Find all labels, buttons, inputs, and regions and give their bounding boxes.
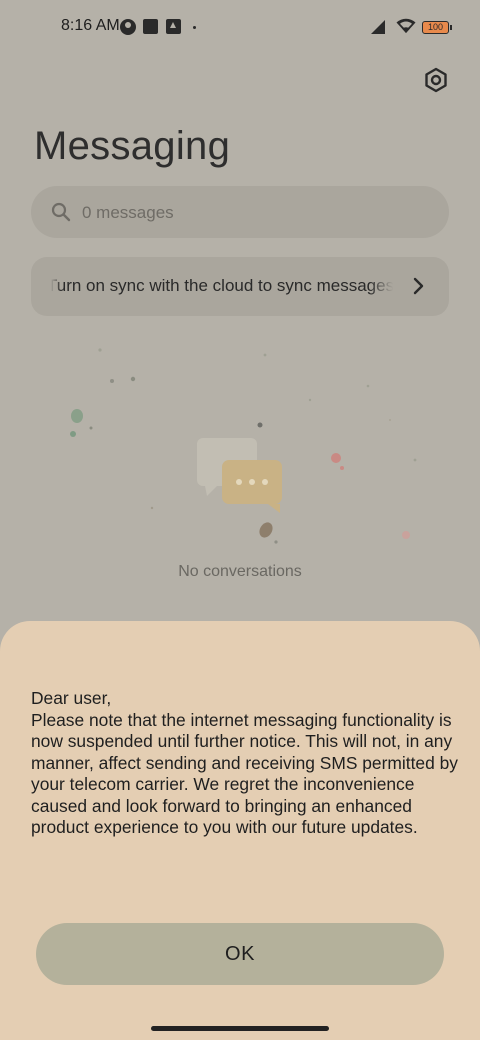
ok-button[interactable]: OK	[36, 923, 444, 985]
status-bar: 8:16 AM 100	[0, 0, 480, 56]
circle-app-icon	[120, 19, 136, 35]
sync-banner[interactable]: Turn on sync with the cloud to sync mess…	[31, 257, 449, 316]
dialog-greeting: Dear user,	[31, 688, 112, 708]
suspension-notice-dialog: Dear user, Please note that the internet…	[0, 621, 480, 1040]
chevron-right-icon	[413, 277, 424, 295]
upload-app-icon	[166, 19, 181, 34]
settings-button[interactable]	[422, 66, 450, 94]
signal-icon	[371, 20, 385, 34]
status-time: 8:16 AM	[61, 17, 120, 34]
chat-bubbles-icon	[70, 348, 417, 544]
sync-banner-text: Turn on sync with the cloud to sync mess…	[51, 276, 393, 295]
notification-dot-icon	[193, 26, 196, 29]
dialog-message: Dear user, Please note that the internet…	[31, 688, 461, 839]
search-bar[interactable]: 0 messages	[31, 186, 449, 238]
empty-state-text: No conversations	[178, 563, 302, 580]
home-indicator[interactable]	[151, 1026, 329, 1031]
search-placeholder: 0 messages	[82, 203, 174, 222]
dialog-body: Please note that the internet messaging …	[31, 709, 458, 838]
battery-icon: 100	[422, 21, 452, 34]
hexagon-settings-icon	[425, 67, 447, 93]
square-app-icon	[143, 19, 158, 34]
page-title: Messaging	[34, 124, 231, 168]
wifi-icon	[396, 18, 416, 33]
search-icon	[51, 202, 71, 222]
